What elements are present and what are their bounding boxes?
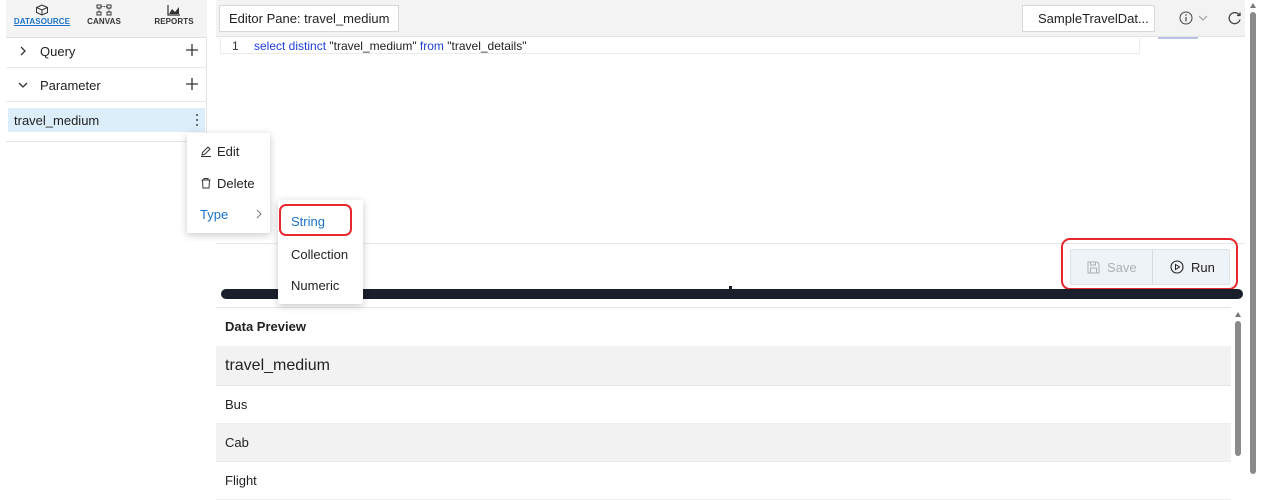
data-preview: Data Preview travel_medium Bus Cab Fligh…: [216, 307, 1231, 500]
add-parameter-icon[interactable]: [185, 77, 199, 91]
add-query-icon[interactable]: [185, 43, 199, 57]
query-label: Query: [40, 44, 76, 59]
editor-header: Editor Pane: travel_medium SampleTravelD…: [216, 0, 1245, 37]
data-preview-title: Data Preview: [225, 319, 306, 334]
datasource-select[interactable]: SampleTravelDat...: [1022, 5, 1155, 32]
refresh-icon[interactable]: [1227, 10, 1242, 26]
chevron-down-icon: [18, 82, 28, 88]
run-button-label: Run: [1191, 260, 1215, 275]
table-row: Flight: [216, 462, 1231, 500]
save-icon: [1087, 261, 1100, 274]
action-button-group: Save Run: [1070, 249, 1230, 285]
minimap: [1158, 37, 1198, 39]
action-bar: Save Run: [216, 243, 1245, 289]
tab-canvas-label: CANVAS: [87, 17, 121, 26]
info-icon[interactable]: [1179, 11, 1193, 25]
column-header: travel_medium: [216, 346, 1231, 386]
table-cell: Cab: [225, 435, 249, 450]
sql-table: "travel_details": [443, 39, 527, 53]
sql-editor[interactable]: 1 select distinct "travel_medium" from "…: [216, 37, 1245, 243]
type-option-label: Numeric: [291, 278, 340, 293]
sql-keyword: from: [419, 39, 444, 53]
preview-scroll-up-arrow[interactable]: [1235, 312, 1241, 317]
chart-icon: [167, 5, 180, 16]
table-row: Bus: [216, 386, 1231, 424]
type-option-collection[interactable]: Collection: [278, 240, 363, 268]
type-option-label: Collection: [291, 247, 349, 262]
table-row: Cab: [216, 424, 1231, 462]
type-option-string[interactable]: String: [278, 207, 363, 235]
menu-item-edit[interactable]: Edit: [187, 138, 270, 164]
kebab-menu-icon[interactable]: [195, 113, 199, 127]
scroll-up-arrow[interactable]: [1250, 3, 1256, 8]
preview-scrollbar-thumb[interactable]: [1235, 321, 1241, 456]
canvas-icon: [96, 4, 112, 16]
tab-datasource-label: DATASOURCE: [13, 17, 71, 26]
column-header-label: travel_medium: [225, 357, 330, 374]
menu-item-label: Delete: [217, 176, 255, 191]
menu-item-label: Type: [200, 207, 229, 222]
page-scrollbar-thumb[interactable]: [1250, 12, 1256, 474]
menu-item-label: Edit: [217, 144, 240, 159]
query-section[interactable]: Query: [6, 35, 207, 68]
save-button-label: Save: [1107, 260, 1137, 275]
save-button[interactable]: Save: [1071, 250, 1153, 284]
parameter-section[interactable]: Parameter: [6, 69, 207, 102]
line-number: 1: [232, 39, 239, 53]
sql-keyword: select distinct: [254, 39, 327, 53]
parameter-label: Parameter: [40, 78, 101, 93]
pencil-icon: [201, 146, 211, 157]
type-submenu: String Collection Numeric: [278, 200, 363, 304]
splitter-handle[interactable]: [729, 286, 732, 294]
menu-item-type[interactable]: Type: [187, 201, 270, 227]
chevron-right-icon: [20, 46, 26, 56]
sql-column: "travel_medium": [326, 39, 420, 53]
run-button[interactable]: Run: [1153, 250, 1229, 284]
editor-pane-tab[interactable]: Editor Pane: travel_medium: [219, 5, 400, 32]
tab-reports[interactable]: REPORTS: [147, 4, 201, 36]
trash-icon: [201, 178, 211, 189]
tab-canvas[interactable]: CANVAS: [83, 4, 125, 36]
type-option-numeric[interactable]: Numeric: [278, 271, 363, 299]
parameter-context-menu: Edit Delete Type: [187, 133, 270, 233]
chevron-down-icon[interactable]: [1198, 14, 1208, 22]
sql-code-line[interactable]: select distinct "travel_medium" from "tr…: [254, 39, 526, 53]
parameter-item-name: travel_medium: [14, 113, 100, 128]
play-icon: [1170, 260, 1184, 274]
parameter-item[interactable]: travel_medium: [8, 108, 205, 132]
pane-splitter[interactable]: [221, 289, 1243, 299]
datasource-panel: DATASOURCE CANVAS REPORTS Query Paramete…: [6, 0, 207, 142]
table-cell: Bus: [225, 397, 248, 412]
menu-item-delete[interactable]: Delete: [187, 170, 270, 196]
table-cell: Flight: [225, 473, 257, 488]
type-option-label: String: [291, 214, 325, 229]
tab-datasource[interactable]: DATASOURCE: [12, 4, 72, 36]
chevron-right-icon: [256, 209, 262, 219]
top-nav: DATASOURCE CANVAS REPORTS: [6, 0, 207, 38]
cube-icon: [36, 4, 48, 16]
tab-reports-label: REPORTS: [154, 17, 194, 26]
